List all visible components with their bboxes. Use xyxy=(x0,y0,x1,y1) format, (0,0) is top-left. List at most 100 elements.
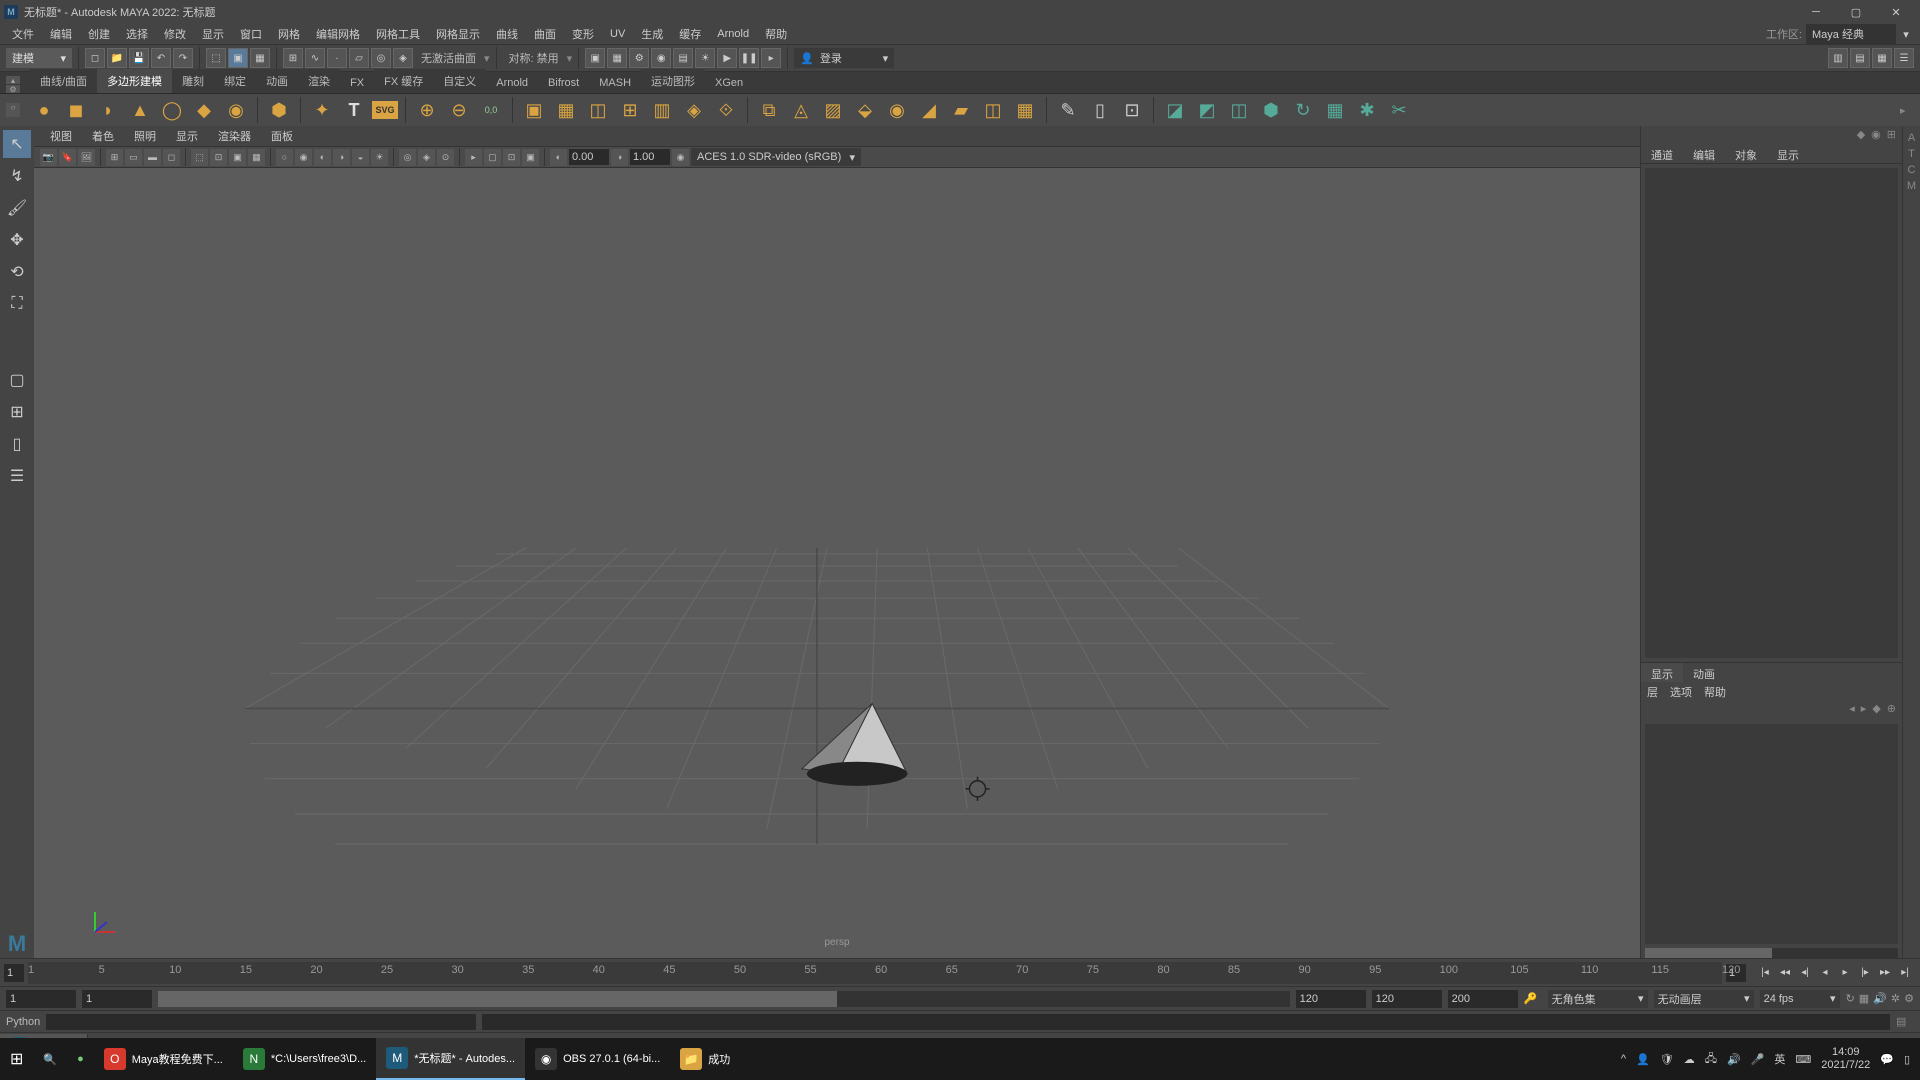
vp-exposure-field[interactable]: 0.00 xyxy=(569,149,609,165)
boolean-icon[interactable]: 0,0 xyxy=(477,96,505,124)
vp-light1-icon[interactable]: ○ xyxy=(276,149,293,166)
shelf-tab-xgen[interactable]: XGen xyxy=(705,73,753,93)
poly-cone-icon[interactable]: ▲ xyxy=(126,96,154,124)
op8-icon[interactable]: ✂ xyxy=(1385,96,1413,124)
tray-net-icon[interactable]: 🖧 xyxy=(1705,1050,1717,1069)
vp-res-icon[interactable]: ◻ xyxy=(163,149,180,166)
cortana-button[interactable]: ● xyxy=(67,1038,94,1080)
tray-shield-icon[interactable]: 🛡 xyxy=(1660,1053,1674,1066)
task-app-4[interactable]: ◉OBS 27.0.1 (64-bi... xyxy=(525,1038,670,1080)
remesh-icon[interactable]: ▦ xyxy=(1011,96,1039,124)
op3-icon[interactable]: ◫ xyxy=(1225,96,1253,124)
render-settings-icon[interactable]: ⚙ xyxy=(629,48,649,68)
redo-icon[interactable]: ↷ xyxy=(173,48,193,68)
rc-mod-icon[interactable]: M xyxy=(1907,180,1916,192)
tray-notif-icon[interactable]: 💬 xyxy=(1880,1053,1894,1066)
poly-disc-icon[interactable]: ◉ xyxy=(222,96,250,124)
vp-exp1-icon[interactable]: ▸ xyxy=(465,149,482,166)
step-back-icon[interactable]: ◂| xyxy=(1796,964,1814,982)
save-scene-icon[interactable]: 💾 xyxy=(129,48,149,68)
shelf-tab-custom[interactable]: 自定义 xyxy=(433,69,486,93)
layer-menu-opts[interactable]: 选项 xyxy=(1670,684,1692,698)
uv-icon[interactable]: ⊡ xyxy=(1118,96,1146,124)
vp-gamma-field[interactable]: 1.00 xyxy=(630,149,670,165)
shelf-opts-icon[interactable]: ○ xyxy=(6,103,20,117)
op6-icon[interactable]: ▦ xyxy=(1321,96,1349,124)
prefs-icon[interactable]: ✲ xyxy=(1891,992,1900,1005)
select-tool-icon[interactable]: ↖ xyxy=(3,130,31,158)
vp-cm-icon[interactable]: ◉ xyxy=(672,149,689,166)
vp-light2-icon[interactable]: ◉ xyxy=(295,149,312,166)
layer-ico1-icon[interactable]: ◂ xyxy=(1849,702,1855,718)
op4-icon[interactable]: ⬢ xyxy=(1257,96,1285,124)
undo-icon[interactable]: ↶ xyxy=(151,48,171,68)
play-back-icon[interactable]: ◂ xyxy=(1816,964,1834,982)
animlayer-dropdown[interactable]: 无动画层▾ xyxy=(1654,990,1754,1008)
audio-icon[interactable]: 🔊 xyxy=(1873,992,1887,1005)
insertedge-icon[interactable]: ▥ xyxy=(648,96,676,124)
workspace-dropdown[interactable]: Maya 经典 xyxy=(1806,24,1896,44)
cb-scrollbar[interactable] xyxy=(1645,948,1898,958)
cb-tab-channel[interactable]: 通道 xyxy=(1641,144,1683,163)
crease-icon[interactable]: ◫ xyxy=(979,96,1007,124)
menu-edit[interactable]: 编辑 xyxy=(42,24,80,44)
autokey-icon[interactable]: 🔑 xyxy=(1524,992,1542,1005)
svg-icon[interactable]: SVG xyxy=(372,101,398,119)
menu-modify[interactable]: 修改 xyxy=(156,24,194,44)
menu-arnold[interactable]: Arnold xyxy=(709,26,757,42)
vp-lighting[interactable]: 照明 xyxy=(124,126,166,146)
fps-dropdown[interactable]: 24 fps▾ xyxy=(1760,990,1840,1008)
layer-ico3-icon[interactable]: ◆ xyxy=(1872,702,1880,718)
layout-side-icon[interactable]: ▯ xyxy=(3,430,31,458)
vp-xray-icon[interactable]: ◈ xyxy=(418,149,435,166)
vp-renderer[interactable]: 渲染器 xyxy=(208,126,261,146)
task-app-1[interactable]: OMaya教程免费下... xyxy=(94,1038,233,1080)
triangulate-icon[interactable]: ◢ xyxy=(915,96,943,124)
play-icon[interactable]: ▶ xyxy=(717,48,737,68)
time-slider[interactable]: 1 15101520253035404550556065707580859095… xyxy=(0,958,1920,986)
menu-surfaces[interactable]: 曲面 xyxy=(526,24,564,44)
anim-prefs-icon[interactable]: ⚙ xyxy=(1904,992,1914,1005)
layer-ico2-icon[interactable]: ▸ xyxy=(1861,702,1867,718)
snap-plane-icon[interactable]: ▱ xyxy=(349,48,369,68)
ruler-icon[interactable]: ▯ xyxy=(1086,96,1114,124)
snap-grid-icon[interactable]: ⊞ xyxy=(283,48,303,68)
color-management-dropdown[interactable]: ACES 1.0 SDR-video (sRGB)▾ xyxy=(691,148,861,166)
attr-toggle-icon[interactable]: ▤ xyxy=(1850,48,1870,68)
vp-grid-icon[interactable]: ⊞ xyxy=(106,149,123,166)
task-app-3[interactable]: M*无标题* - Autodes... xyxy=(376,1038,525,1080)
shelf-up-icon[interactable]: ▴ xyxy=(6,76,20,84)
range-bar[interactable] xyxy=(158,991,1290,1007)
tray-action-icon[interactable]: ▯ xyxy=(1904,1053,1910,1066)
open-scene-icon[interactable]: 📁 xyxy=(107,48,127,68)
poly-plane-icon[interactable]: ◆ xyxy=(190,96,218,124)
pause-icon[interactable]: ❚❚ xyxy=(739,48,759,68)
op1-icon[interactable]: ◪ xyxy=(1161,96,1189,124)
paint-tool-icon[interactable]: 🖌 xyxy=(3,194,31,222)
shelf-tab-render[interactable]: 渲染 xyxy=(298,69,340,93)
snap-point-icon[interactable]: · xyxy=(327,48,347,68)
vp-shading[interactable]: 着色 xyxy=(82,126,124,146)
range-end-inner[interactable]: 120 xyxy=(1296,990,1366,1008)
offset-icon[interactable]: ◈ xyxy=(680,96,708,124)
shelf-tab-mograph[interactable]: 运动图形 xyxy=(641,69,705,93)
sidebar-toggle-icon[interactable]: ▥ xyxy=(1828,48,1848,68)
cb-tab-object[interactable]: 对象 xyxy=(1725,144,1767,163)
rc-attr-icon[interactable]: A xyxy=(1908,132,1915,144)
menu-meshtools[interactable]: 网格工具 xyxy=(368,24,428,44)
lasso-tool-icon[interactable]: ↯ xyxy=(3,162,31,190)
menu-curves[interactable]: 曲线 xyxy=(488,24,526,44)
minimize-button[interactable]: ─ xyxy=(1796,0,1836,24)
next-icon[interactable]: ▸ xyxy=(761,48,781,68)
sculpt-icon[interactable]: ◉ xyxy=(883,96,911,124)
close-button[interactable]: ✕ xyxy=(1876,0,1916,24)
poly-sphere-icon[interactable]: ● xyxy=(30,96,58,124)
tray-cloud-icon[interactable]: ☁ xyxy=(1684,1053,1695,1066)
step-fwd-icon[interactable]: |▸ xyxy=(1856,964,1874,982)
layout-four-icon[interactable]: ⊞ xyxy=(3,398,31,426)
layer-menu-help[interactable]: 帮助 xyxy=(1704,684,1726,698)
bridge-icon[interactable]: ▦ xyxy=(552,96,580,124)
vp-jnt-icon[interactable]: ⊙ xyxy=(437,149,454,166)
vp-wire-icon[interactable]: ⊡ xyxy=(210,149,227,166)
smooth-icon[interactable]: ◬ xyxy=(787,96,815,124)
